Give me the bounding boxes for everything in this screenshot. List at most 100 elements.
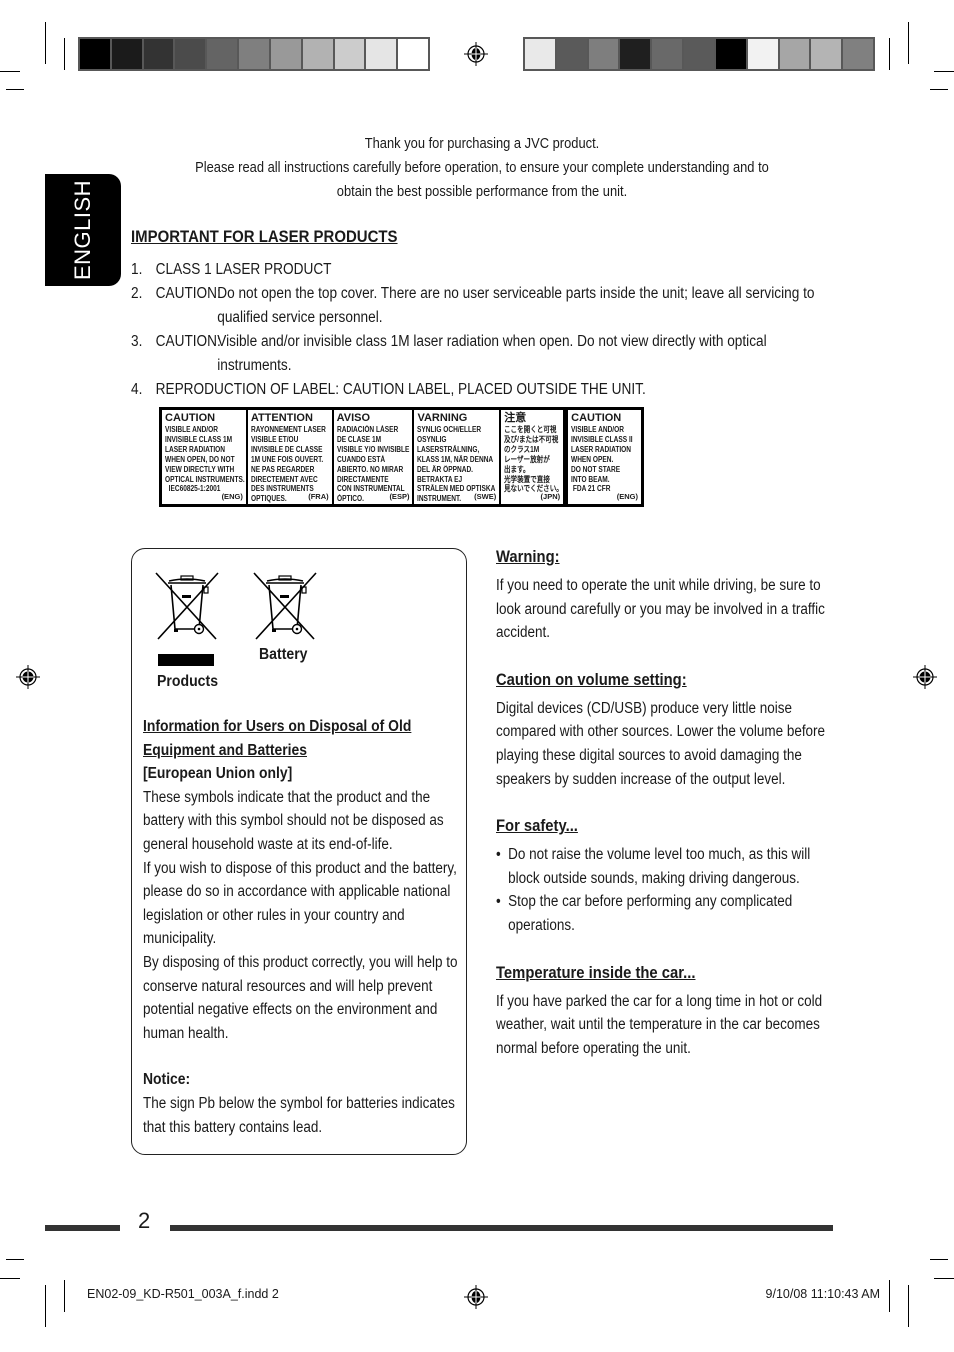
right-column: Warning: If you need to operate the unit… bbox=[496, 546, 842, 1084]
slug-timestamp: 9/10/08 11:10:43 AM bbox=[765, 1287, 880, 1301]
disposal-subtitle: [European Union only] bbox=[143, 765, 293, 783]
intro-thanks: Thank you for purchasing a JVC product. bbox=[364, 135, 600, 152]
warning-section: Warning: If you need to operate the unit… bbox=[496, 546, 842, 645]
color-swatch bbox=[302, 39, 333, 69]
label-cell-line: OPTIQUES. bbox=[250, 494, 287, 504]
color-calibration-bar-left bbox=[78, 37, 430, 71]
color-swatch bbox=[239, 39, 269, 69]
label-cell-line: CON INSTRUMENTAL bbox=[336, 484, 405, 494]
label-cell-line: ÓPTICO. bbox=[336, 494, 364, 504]
label-cell: CAUTION VISIBLE AND/OR INVISIBLE CLASS 1M L… bbox=[162, 410, 248, 504]
notice-title: Notice: bbox=[143, 1071, 191, 1089]
label-cell-line: WHEN OPEN. bbox=[571, 454, 614, 464]
item-text: CLASS 1 LASER PRODUCT bbox=[155, 261, 332, 278]
temperature-title: Temperature inside the car... bbox=[496, 962, 696, 982]
registration-mark-icon bbox=[16, 665, 40, 689]
label-cell-line: OSYNLIG bbox=[417, 434, 447, 444]
crop-mark bbox=[6, 1259, 24, 1260]
crop-mark bbox=[0, 71, 20, 72]
label-cell-line: DO NOT STARE bbox=[571, 464, 621, 474]
label-cell: 注意 ここを開くと可視 及び/または不可視 のクラス1M レーザー放射が 出ます。 光学装置… bbox=[501, 410, 566, 504]
crop-mark bbox=[0, 1278, 20, 1279]
label-cell-title: AVISO bbox=[336, 412, 371, 424]
registration-mark-icon bbox=[464, 42, 488, 66]
color-swatch bbox=[143, 39, 174, 69]
language-tab: ENGLISH bbox=[45, 174, 121, 286]
label-cell-line: VIEW DIRECTLY WITH bbox=[165, 464, 235, 474]
label-cell-line: NE PAS REGARDER bbox=[250, 464, 315, 474]
label-cell-language-code: (JPN) bbox=[540, 492, 561, 502]
label-cell-line: LASER RADIATION bbox=[165, 444, 226, 454]
label-cell-line: INVISIBLE CLASS 1M bbox=[165, 434, 233, 444]
crop-mark bbox=[908, 22, 909, 64]
laser-list: 1. CLASS 1 LASER PRODUCT 2. CAUTION: Do … bbox=[131, 258, 826, 402]
safety-bullet: Stop the car before performing any compl… bbox=[496, 890, 842, 937]
crossed-bin-products-icon bbox=[155, 572, 219, 640]
safety-list: Do not raise the volume level too much, … bbox=[496, 843, 842, 937]
color-swatch bbox=[779, 39, 810, 69]
label-cell-line: DEL ÄR ÖPPNAD. bbox=[417, 464, 474, 474]
crop-mark bbox=[6, 89, 24, 90]
label-cell-line: VISIBLE AND/OR bbox=[571, 425, 625, 434]
crop-mark bbox=[934, 1278, 954, 1279]
item-text: Visible and/or invisible class 1M laser … bbox=[217, 333, 767, 374]
color-swatch bbox=[334, 39, 365, 69]
item-number: 3. bbox=[131, 333, 143, 350]
label-cell-title: 注意 bbox=[504, 412, 527, 424]
label-cell-line: VISIBLE Y/O INVISIBLE bbox=[336, 444, 410, 454]
crop-mark bbox=[889, 38, 890, 70]
color-swatch bbox=[811, 39, 842, 69]
label-cell-line: INVISIBLE CLASS II bbox=[571, 434, 633, 444]
footer-rule-left bbox=[45, 1225, 120, 1231]
crop-mark bbox=[930, 1259, 948, 1260]
color-swatch bbox=[652, 39, 683, 69]
item-number: 2. bbox=[131, 285, 143, 302]
products-label: Products bbox=[157, 673, 219, 690]
laser-item: 4. REPRODUCTION OF LABEL: CAUTION LABEL,… bbox=[131, 378, 826, 402]
laser-item: 1. CLASS 1 LASER PRODUCT bbox=[131, 258, 826, 282]
safety-section: For safety... Do not raise the volume le… bbox=[496, 815, 842, 937]
crossed-bin-battery-icon bbox=[253, 572, 317, 640]
footer-rule-right bbox=[170, 1225, 833, 1231]
label-cell-line: INSTRUMENT. bbox=[417, 494, 462, 504]
label-cell-line: 及び/または不可視 bbox=[504, 434, 559, 444]
label-cell-line: ここを開くと可視 bbox=[504, 425, 557, 434]
crop-mark bbox=[930, 89, 948, 90]
volume-section: Caution on volume setting: Digital devic… bbox=[496, 669, 842, 791]
color-swatch bbox=[525, 39, 555, 69]
label-cell: ATTENTION RAYONNEMENT LASER VISIBLE ET/OU I… bbox=[248, 410, 334, 504]
page-number: 2 bbox=[138, 1208, 151, 1233]
item-number: 4. bbox=[131, 381, 143, 398]
products-black-bar bbox=[158, 654, 214, 666]
label-cell: CAUTION VISIBLE AND/OR INVISIBLE CLASS II L… bbox=[565, 410, 641, 504]
disposal-title-line1: Information for Users on Disposal of Old bbox=[143, 718, 412, 735]
label-cell-language-code: (ENG) bbox=[616, 492, 638, 502]
label-cell-language-code: (ESP) bbox=[389, 492, 410, 502]
label-cell-line: VISIBLE ET/OU bbox=[250, 434, 299, 444]
label-cell: AVISO RADIACIÓN LÁSER DE CLASE 1M VISIBLE Y… bbox=[334, 410, 415, 504]
laser-item: 3. CAUTION: Visible and/or invisible cla… bbox=[131, 330, 826, 378]
crop-mark bbox=[908, 1285, 909, 1327]
registration-mark-icon bbox=[913, 665, 937, 689]
color-swatch bbox=[366, 39, 397, 69]
label-cell-line: CUANDO ESTÁ bbox=[336, 454, 385, 464]
label-cell-line: LASER RADIATION bbox=[571, 444, 632, 454]
crop-mark bbox=[45, 1285, 46, 1327]
color-swatch bbox=[270, 39, 301, 69]
label-cell-title: CAUTION bbox=[165, 412, 216, 424]
laser-item: 2. CAUTION: Do not open the top cover. T… bbox=[131, 282, 826, 330]
label-cell-line: BETRAKTA EJ bbox=[417, 474, 463, 484]
label-cell-line: STRÅLEN MED OPTISKA bbox=[417, 484, 496, 494]
disposal-para-1: These symbols indicate that the product … bbox=[143, 788, 444, 853]
label-cell: VARNING SYNLIG OCH/ELLER OSYNLIG LASERSTRÅL… bbox=[414, 410, 502, 504]
label-cell-line: ABIERTO. NO MIRAR bbox=[336, 464, 403, 474]
color-calibration-bar-right bbox=[523, 37, 875, 71]
label-cell-line: のクラス1M bbox=[504, 444, 540, 454]
label-cell-line: KLASS 1M, NÄR DENNA bbox=[417, 454, 494, 464]
volume-text: Digital devices (CD/USB) produce very li… bbox=[496, 699, 826, 788]
color-swatch bbox=[398, 39, 428, 69]
label-cell-line: VISIBLE AND/OR bbox=[165, 425, 218, 434]
label-cell-line: レーザー放射が bbox=[504, 454, 551, 464]
label-cell-line: WHEN OPEN, DO NOT bbox=[165, 454, 235, 464]
color-swatch bbox=[588, 39, 619, 69]
